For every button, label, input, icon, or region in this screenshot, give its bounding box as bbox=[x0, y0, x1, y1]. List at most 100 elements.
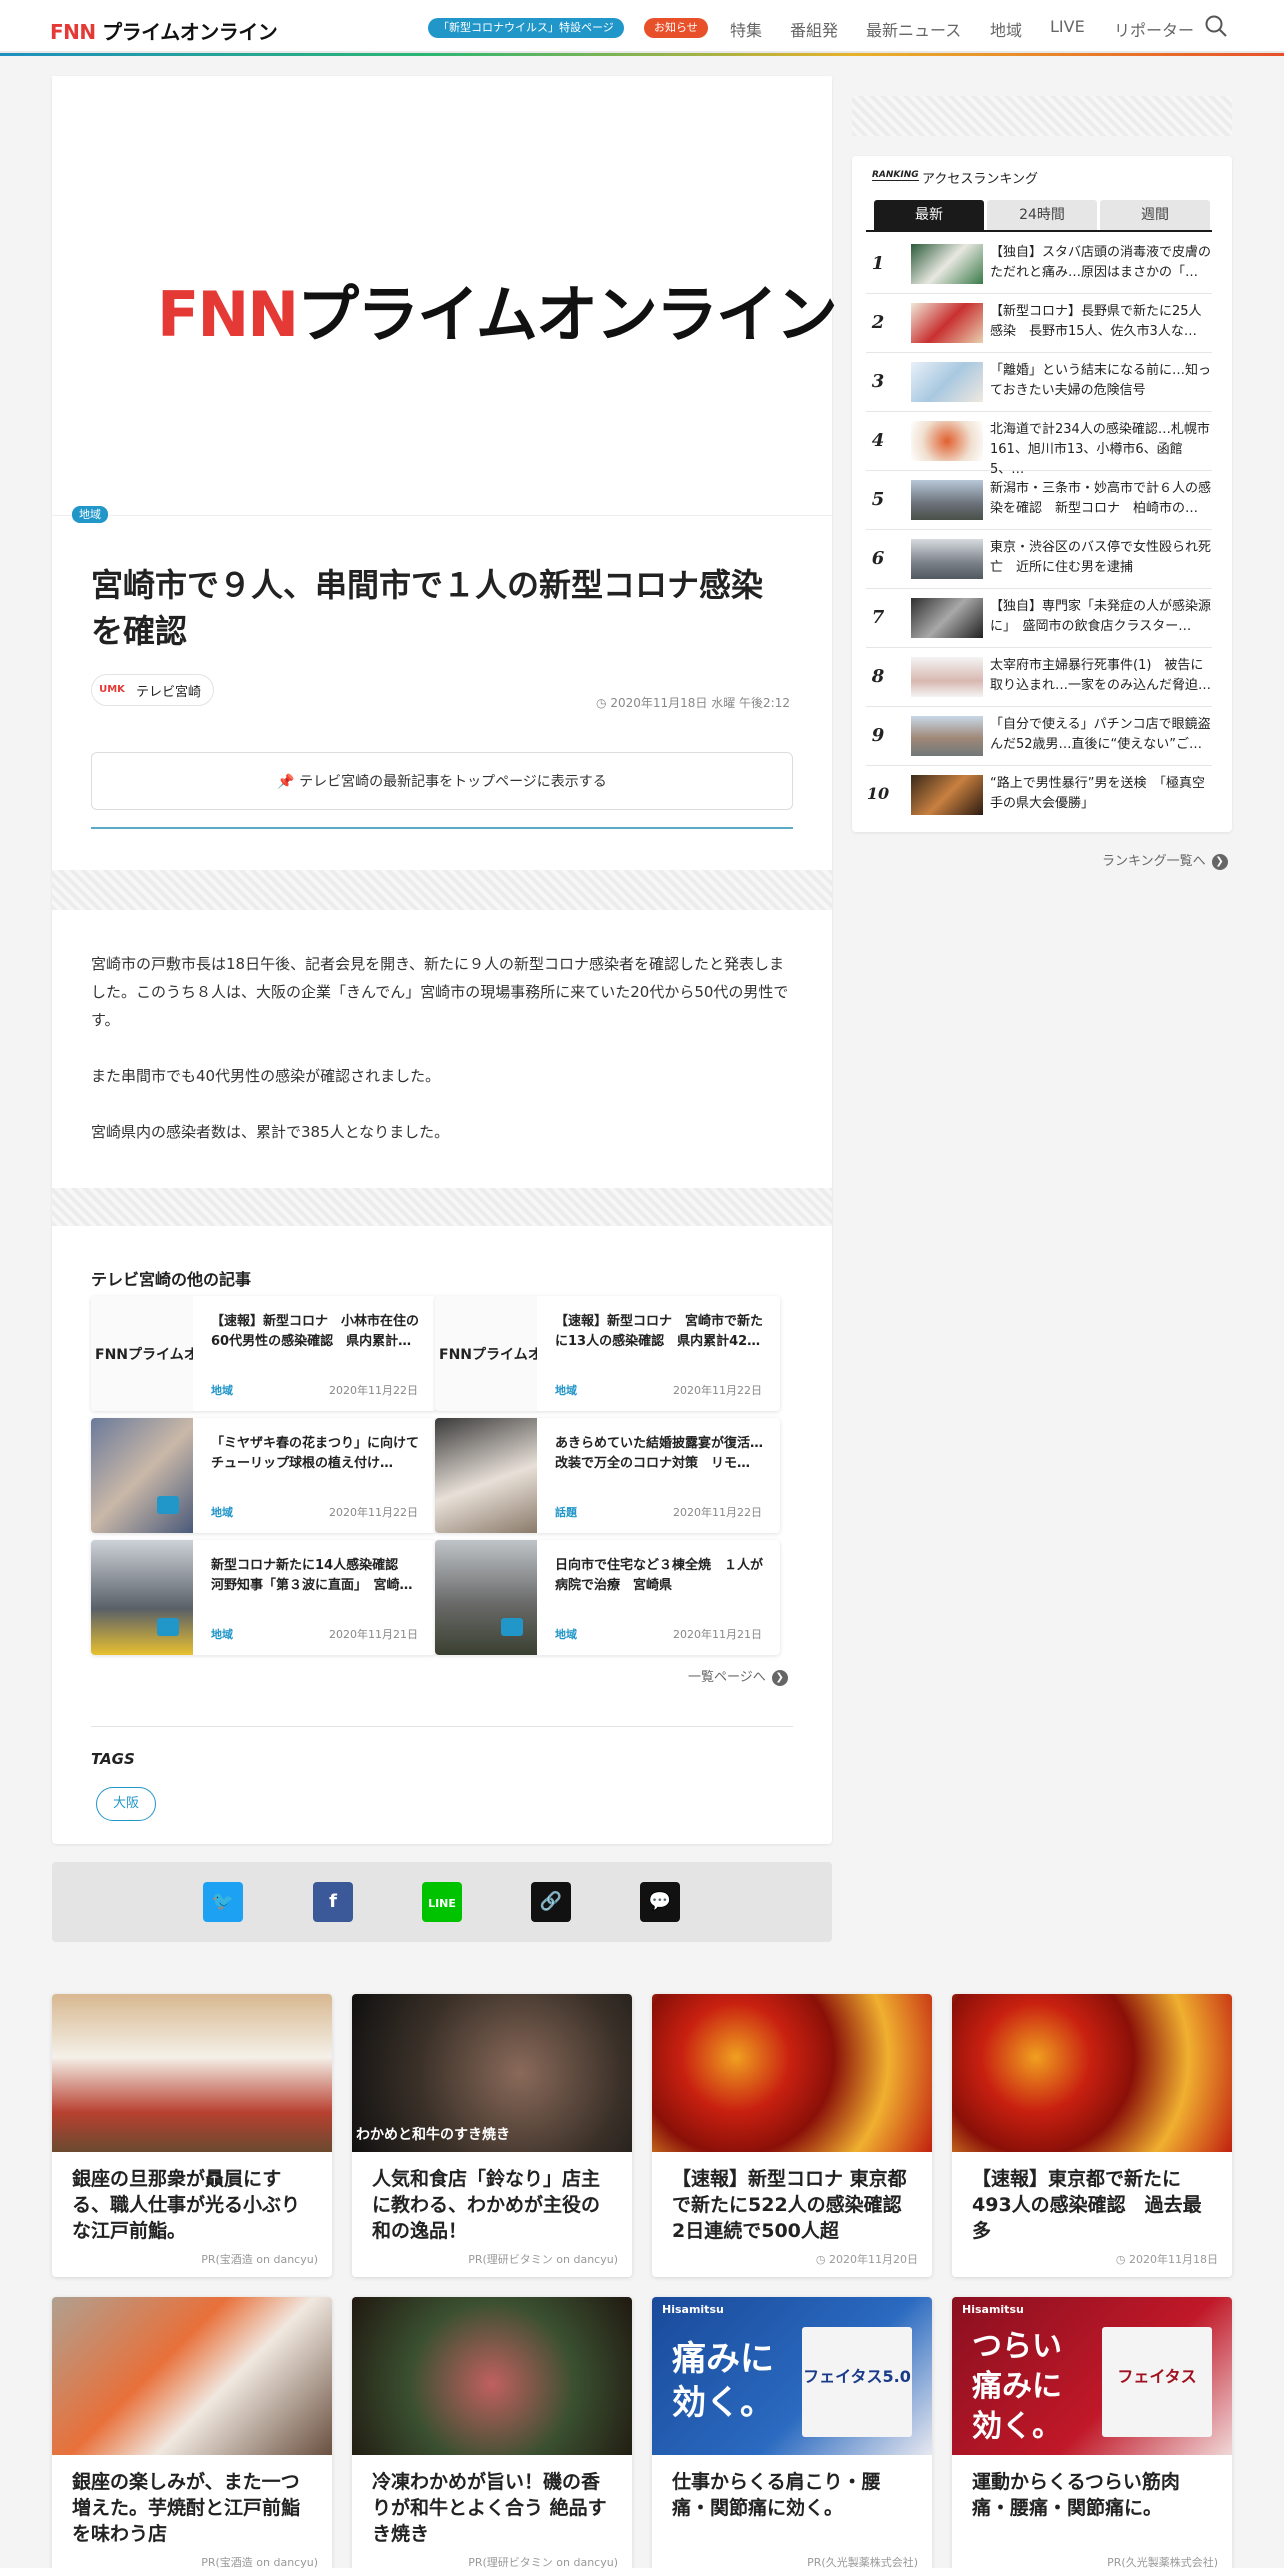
article-source[interactable]: UMK テレビ宮崎 bbox=[91, 674, 215, 706]
news-card[interactable]: 【速報】新型コロナ 東京都で新たに522人の感染確認 2日連続で500人超 ◷ … bbox=[652, 1994, 932, 2277]
tag-chip[interactable]: 大阪 bbox=[96, 1787, 157, 1821]
ranking-item[interactable]: 8 太宰府市主婦暴行死事件(1) 被告に取り込まれ…一家をのみ込んだ脅迫… bbox=[866, 648, 1212, 707]
news-card[interactable]: 【速報】東京都で新たに493人の感染確認 過去最多 ◷ 2020年11月18日 bbox=[952, 1994, 1232, 2277]
source-logo: UMK bbox=[99, 684, 125, 695]
nav-reporter[interactable]: リポーター bbox=[1114, 17, 1194, 41]
ranking-item[interactable]: 2 【新型コロナ】長野県で新たに25人感染 長野市15人、佐久市3人な… bbox=[866, 294, 1212, 353]
recommend-source: PR(理研ビタミン on dancyu) bbox=[468, 2556, 618, 2568]
ranking-item[interactable]: 4 北海道で計234人の感染確認…札幌市161、旭川市13、小樽市6、函館5、… bbox=[866, 412, 1212, 477]
other-article-title: 日向市で住宅など３棟全焼 １人が病院で治療 宮崎県 bbox=[555, 1558, 764, 1593]
recommend-image bbox=[352, 2297, 632, 2455]
recommend-image bbox=[52, 1994, 332, 2152]
product-box: フェイタス5.0 bbox=[802, 2327, 912, 2437]
rank-number: 9 bbox=[871, 725, 885, 746]
article-title: 宮崎市で９人、串間市で１人の新型コロナ感染を確認 bbox=[91, 566, 764, 650]
nav-features[interactable]: 特集 bbox=[730, 17, 762, 41]
recommend-card[interactable]: Hisamitsu つらい痛みに効く。 フェイタス 運動からくるつらい筋肉痛・腰… bbox=[952, 2297, 1232, 2568]
other-article-card[interactable]: 「ミヤザキ春の花まつり」に向けて チューリップ球根の植え付け… 地域 2020年… bbox=[91, 1418, 436, 1533]
recommend-title: 運動からくるつらい筋肉痛・腰痛・関節痛に。 bbox=[972, 2471, 1180, 2519]
clock-icon: ◷ bbox=[1115, 2253, 1126, 2266]
tags-heading: TAGS bbox=[91, 1750, 135, 1768]
header-accent-line bbox=[0, 53, 1284, 56]
recommend-source: PR(宝酒造 on dancyu) bbox=[201, 2556, 318, 2568]
line-share-button[interactable]: LINE bbox=[422, 1882, 462, 1922]
site-logo[interactable]: FNN プライムオンライン bbox=[50, 16, 278, 45]
recommend-card[interactable]: 冷凍わかめが旨い！磯の香りが和牛とよく合う 絶品すき焼き PR(理研ビタミン o… bbox=[352, 2297, 632, 2568]
rank-title: 「自分で使える」パチンコ店で眼鏡盗んだ52歳男…直後に“使えない”ご… bbox=[990, 717, 1211, 752]
facebook-share-button[interactable]: f bbox=[313, 1882, 353, 1922]
recommend-image: わかめと和牛のすき焼き bbox=[352, 1994, 632, 2152]
other-article-card[interactable]: FNNプライムオンライン 【速報】新型コロナ 小林市在住の60代男性の感染確認 … bbox=[91, 1296, 436, 1411]
nav-region[interactable]: 地域 bbox=[990, 17, 1022, 41]
rank-title: 「離婚」という結末になる前に…知っておきたい夫婦の危険信号 bbox=[990, 363, 1212, 398]
recommend-title: 銀座の楽しみが、また一つ増えた。芋焼酎と江戸前鮨を味わう店 bbox=[72, 2471, 301, 2545]
other-article-title: 新型コロナ新たに14人感染確認 河野知事「第３波に直面」 宮崎… bbox=[211, 1558, 413, 1593]
ranking-heading: アクセスランキング bbox=[922, 172, 1038, 187]
ranking-tab-weekly[interactable]: 週間 bbox=[1100, 200, 1210, 230]
article-thumbnail: FNNプライムオンライン bbox=[91, 1296, 193, 1411]
recommend-card[interactable]: 銀座の楽しみが、また一つ増えた。芋焼酎と江戸前鮨を味わう店 PR(宝酒造 on … bbox=[52, 2297, 332, 2568]
rank-thumbnail bbox=[911, 598, 983, 638]
other-article-category: 地域 bbox=[211, 1506, 233, 1519]
other-article-card[interactable]: 新型コロナ新たに14人感染確認 河野知事「第３波に直面」 宮崎… 地域 2020… bbox=[91, 1540, 436, 1655]
recommend-card[interactable]: Hisamitsu 痛みに効く。 フェイタス5.0 仕事からくる肩こり・腰痛・関… bbox=[652, 2297, 932, 2568]
rank-thumbnail bbox=[911, 421, 983, 461]
article-date: ◷ 2020年11月18日 水曜 午後2:12 bbox=[596, 694, 790, 711]
arrow-right-icon: ❯ bbox=[771, 1669, 788, 1686]
recommend-card[interactable]: 銀座の旦那衆が贔屓にする、職人仕事が光る小ぶりな江戸前鮨。 PR(宝酒造 on … bbox=[52, 1994, 332, 2277]
recommend-image-text: 痛みに効く。 bbox=[672, 2339, 774, 2423]
ranking-item[interactable]: 1 【独自】スタバ店頭の消毒液で皮膚のただれと痛み…原因はまさかの「… bbox=[866, 235, 1212, 294]
twitter-share-button[interactable]: 🐦 bbox=[203, 1882, 243, 1922]
rank-number: 10 bbox=[866, 784, 890, 803]
notice-link[interactable]: お知らせ bbox=[644, 18, 708, 38]
ranking-item[interactable]: 6 東京・渋谷区のバス停で女性殴られ死亡 近所に住む男を逮捕 bbox=[866, 530, 1212, 589]
ranking-tab-latest[interactable]: 最新 bbox=[874, 200, 984, 230]
sidebar-ad-placeholder bbox=[852, 96, 1232, 136]
search-icon[interactable] bbox=[1204, 14, 1228, 38]
ranking-item[interactable]: 5 新潟市・三条市・妙高市で計６人の感染を確認 新型コロナ 柏崎市の… bbox=[866, 471, 1212, 530]
other-article-date: 2020年11月21日 bbox=[329, 1628, 418, 1641]
thumb-logo: FNNプライムオンライン bbox=[95, 1347, 193, 1363]
other-article-category: 地域 bbox=[211, 1384, 233, 1397]
other-article-category: 地域 bbox=[555, 1384, 577, 1397]
rank-thumbnail bbox=[911, 362, 983, 402]
nav-latest-news[interactable]: 最新ニュース bbox=[866, 17, 961, 41]
other-article-date: 2020年11月22日 bbox=[673, 1506, 762, 1519]
other-article-date: 2020年11月21日 bbox=[673, 1628, 762, 1641]
news-title: 【速報】新型コロナ 東京都で新たに522人の感染確認 2日連続で500人超 bbox=[672, 2168, 921, 2242]
other-articles-more-link[interactable]: 一覧ページへ ❯ bbox=[688, 1666, 788, 1686]
rank-title: 東京・渋谷区のバス停で女性殴られ死亡 近所に住む男を逮捕 bbox=[990, 540, 1212, 575]
recommend-card[interactable]: わかめと和牛のすき焼き 人気和食店「鈴なり」店主に教わる、わかめが主役の和の逸品… bbox=[352, 1994, 632, 2277]
recommend-source: PR(久光製薬株式会社) bbox=[807, 2556, 918, 2568]
ranking-item[interactable]: 10 “路上で男性暴行”男を送検 「極真空手の県大会優勝」 bbox=[866, 766, 1212, 825]
article-paragraph: 宮崎市の戸敷市長は18日午後、記者会見を開き、新たに９人の新型コロナ感染者を確認… bbox=[91, 955, 789, 1029]
recommend-image-text: つらい痛みに効く。 bbox=[972, 2329, 1062, 2444]
link-icon: 🔗 bbox=[539, 1891, 563, 1912]
other-articles-heading: テレビ宮崎の他の記事 bbox=[91, 1270, 252, 1289]
ranking-item[interactable]: 3 「離婚」という結末になる前に…知っておきたい夫婦の危険信号 bbox=[866, 353, 1212, 412]
ranking-item[interactable]: 7 【独自】専門家「未発症の人が感染源に」 盛岡市の飲食店クラスター… bbox=[866, 589, 1212, 648]
news-image bbox=[952, 1994, 1232, 2152]
arrow-right-icon: ❯ bbox=[1211, 853, 1228, 870]
other-article-card[interactable]: FNNプライムオンライン 【速報】新型コロナ 宮崎市で新たに13人の感染確認 県… bbox=[435, 1296, 780, 1411]
other-article-date: 2020年11月22日 bbox=[329, 1384, 418, 1397]
recommend-title: 冷凍わかめが旨い！磯の香りが和牛とよく合う 絶品すき焼き bbox=[372, 2471, 607, 2545]
nav-programs[interactable]: 番組発 bbox=[790, 17, 838, 41]
ranking-item[interactable]: 9 「自分で使える」パチンコ店で眼鏡盗んだ52歳男…直後に“使えない”ご… bbox=[866, 707, 1212, 766]
brand-logo: Hisamitsu bbox=[962, 2303, 1024, 2316]
rank-number: 7 bbox=[871, 607, 885, 628]
covid-special-link[interactable]: 「新型コロナウイルス」特設ページ bbox=[428, 18, 624, 38]
other-article-card[interactable]: 日向市で住宅など３棟全焼 １人が病院で治療 宮崎県 地域 2020年11月21日 bbox=[435, 1540, 780, 1655]
other-article-card[interactable]: あきらめていた結婚披露宴が復活…改装で万全のコロナ対策 リモ… 話題 2020年… bbox=[435, 1418, 780, 1533]
copy-link-button[interactable]: 🔗 bbox=[531, 1882, 571, 1922]
recommend-image-caption: わかめと和牛のすき焼き bbox=[356, 2127, 510, 2143]
comment-button[interactable]: 💬 bbox=[640, 1882, 680, 1922]
article-category-badge[interactable]: 地域 bbox=[72, 506, 108, 523]
nav-live[interactable]: LIVE bbox=[1050, 17, 1085, 36]
ranking-more-link[interactable]: ランキング一覧へ ❯ bbox=[1102, 850, 1228, 870]
ranking-tab-24h[interactable]: 24時間 bbox=[987, 200, 1097, 230]
follow-source-button[interactable]: 📌 テレビ宮崎の最新記事をトップページに表示する bbox=[91, 752, 793, 810]
other-article-title: 【速報】新型コロナ 小林市在住の60代男性の感染確認 県内累計… bbox=[211, 1314, 420, 1349]
ranking-label-en: RANKING bbox=[872, 170, 919, 181]
rank-number: 3 bbox=[871, 371, 885, 392]
